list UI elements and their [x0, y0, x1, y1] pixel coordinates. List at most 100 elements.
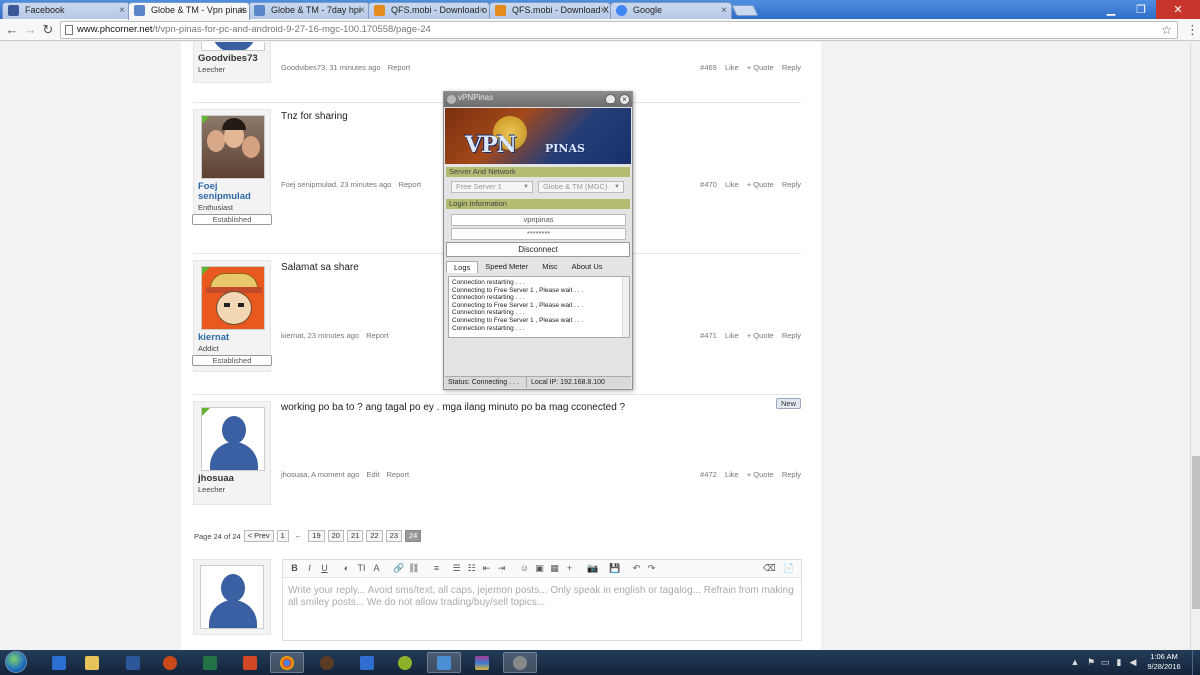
image-icon[interactable]: ▣ [534, 563, 545, 574]
username[interactable]: Goodvibes73 [198, 54, 270, 64]
vpn-pinas-taskbar-icon[interactable] [503, 652, 537, 673]
tab-qfs-download-1[interactable]: QFS.mobi - Download o × [368, 2, 490, 19]
chrome-menu-icon[interactable]: ⋮ [1186, 22, 1199, 38]
download-app-icon[interactable] [350, 652, 384, 673]
eraser-icon[interactable]: ⌫ [763, 563, 776, 574]
restore-icon[interactable]: ❐ [1126, 0, 1156, 19]
align-icon[interactable]: ≡ [431, 563, 442, 574]
author-time[interactable]: kiernat, 23 minutes ago [281, 331, 359, 340]
post-number[interactable]: #469 [700, 63, 717, 72]
post-number[interactable]: #471 [700, 331, 717, 340]
quote-link[interactable]: + Quote [747, 63, 774, 72]
flag-icon[interactable]: ⚑ [1086, 657, 1096, 667]
insert-icon[interactable]: + [564, 563, 575, 574]
show-hidden-icons-icon[interactable]: ▲ [1070, 657, 1080, 667]
device-icon[interactable]: ▭ [1100, 657, 1110, 667]
reply-editor[interactable]: B I U ◐ TI A 🔗 ⛓ ≡ ☰ ☷ ⇤ ⇥ ☺ ▣ ▦ + 📷 💾 ↶… [282, 559, 802, 641]
password-field[interactable]: ******** [451, 228, 626, 240]
font-size-icon[interactable]: TI [356, 563, 367, 574]
reply-link[interactable]: Reply [782, 470, 801, 479]
vpn-titlebar[interactable]: vPNPinas _ × [444, 92, 632, 107]
save-draft-icon[interactable]: 💾 [609, 563, 620, 574]
edit-link[interactable]: Edit [366, 470, 379, 479]
volume-icon[interactable]: ◀ [1128, 657, 1138, 667]
page-link[interactable]: 20 [327, 530, 344, 542]
report-link[interactable]: Report [387, 470, 410, 479]
show-desktop-button[interactable] [1192, 650, 1200, 675]
smilie-icon[interactable]: ☺ [519, 563, 530, 574]
vpn-close-icon[interactable]: × [619, 94, 630, 105]
post-number[interactable]: #470 [700, 180, 717, 189]
network-icon[interactable]: ▮ [1114, 657, 1124, 667]
report-link[interactable]: Report [366, 331, 389, 340]
like-link[interactable]: Like [725, 63, 739, 72]
tab-google[interactable]: Google × [610, 2, 732, 19]
source-view-icon[interactable]: 📄 [783, 563, 794, 574]
bullet-list-icon[interactable]: ☰ [451, 563, 462, 574]
reply-link[interactable]: Reply [782, 180, 801, 189]
bookmark-star-icon[interactable]: ☆ [1161, 22, 1172, 38]
reply-link[interactable]: Reply [782, 63, 801, 72]
close-tab-icon[interactable]: × [239, 3, 245, 18]
excel-icon[interactable] [193, 652, 227, 673]
tab-globe-tm-7day[interactable]: Globe & TM - 7day hpi × [248, 2, 370, 19]
tab-about-us[interactable]: About Us [565, 261, 610, 273]
page-link[interactable]: 1 [276, 530, 289, 542]
file-explorer-icon[interactable] [75, 652, 109, 673]
utility-app-icon[interactable] [388, 652, 422, 673]
start-button-icon[interactable] [5, 651, 27, 673]
underline-icon[interactable]: U [319, 563, 330, 574]
italic-icon[interactable]: I [304, 563, 315, 574]
tab-facebook[interactable]: Facebook × [2, 2, 130, 19]
username-field[interactable]: vpnpinas [451, 214, 626, 226]
vpn-log-panel[interactable]: Connection restarting . . . Connecting t… [448, 276, 630, 338]
vpn-minimize-icon[interactable]: _ [605, 94, 616, 105]
reload-icon[interactable]: ↻ [40, 22, 56, 38]
page-link[interactable]: 22 [366, 530, 383, 542]
username[interactable]: kiernat [198, 333, 270, 343]
author-time[interactable]: jhosuaa, A moment ago [281, 470, 359, 479]
undo-icon[interactable]: ↶ [631, 563, 642, 574]
reply-link[interactable]: Reply [782, 331, 801, 340]
tab-qfs-download-2[interactable]: QFS.mobi - Download X × [489, 2, 611, 19]
system-clock[interactable]: 1:06 AM 9/28/2016 [1144, 652, 1184, 672]
redo-icon[interactable]: ↷ [646, 563, 657, 574]
tab-logs[interactable]: Logs [446, 261, 479, 273]
new-tab-button[interactable] [731, 5, 759, 16]
media-icon[interactable]: ▦ [549, 563, 560, 574]
tab-misc[interactable]: Misc [535, 261, 564, 273]
scrollbar-thumb[interactable] [1192, 456, 1200, 609]
prev-page-button[interactable]: < Prev [243, 530, 274, 542]
word-icon[interactable] [116, 652, 150, 673]
avatar[interactable] [201, 42, 265, 51]
chrome-taskbar-icon[interactable] [270, 652, 304, 673]
bold-icon[interactable]: B [289, 563, 300, 574]
report-link[interactable]: Report [399, 180, 422, 189]
quote-link[interactable]: + Quote [747, 180, 774, 189]
font-family-icon[interactable]: A [371, 563, 382, 574]
like-link[interactable]: Like [725, 180, 739, 189]
avatar[interactable] [201, 115, 265, 179]
close-tab-icon[interactable]: × [479, 3, 485, 18]
tab-globe-tm-vpn-pinas[interactable]: Globe & TM - Vpn pinas × [128, 2, 250, 20]
back-arrow-icon[interactable]: ← [4, 22, 20, 38]
reply-placeholder[interactable]: Write your reply... Avoid sms/text, all … [283, 578, 801, 616]
powerpoint-icon[interactable] [233, 652, 267, 673]
media-app-icon[interactable] [310, 652, 344, 673]
page-scrollbar[interactable] [1190, 42, 1200, 650]
text-color-icon[interactable]: ◐ [341, 563, 352, 574]
page-jump-icon[interactable]: ← [292, 531, 306, 541]
outdent-icon[interactable]: ⇤ [481, 563, 492, 574]
avatar[interactable] [201, 266, 265, 330]
author-time[interactable]: Goodvibes73, 31 minutes ago [281, 63, 381, 72]
close-tab-icon[interactable]: × [600, 3, 606, 18]
close-tab-icon[interactable]: × [119, 3, 125, 18]
maxthon-icon[interactable] [42, 652, 76, 673]
games-icon[interactable] [153, 652, 187, 673]
indent-icon[interactable]: ⇥ [496, 563, 507, 574]
page-link[interactable]: 21 [346, 530, 364, 542]
page-link[interactable]: 23 [385, 530, 402, 542]
numbered-list-icon[interactable]: ☷ [466, 563, 477, 574]
page-link[interactable]: 19 [308, 530, 325, 542]
link-icon[interactable]: 🔗 [393, 563, 404, 574]
